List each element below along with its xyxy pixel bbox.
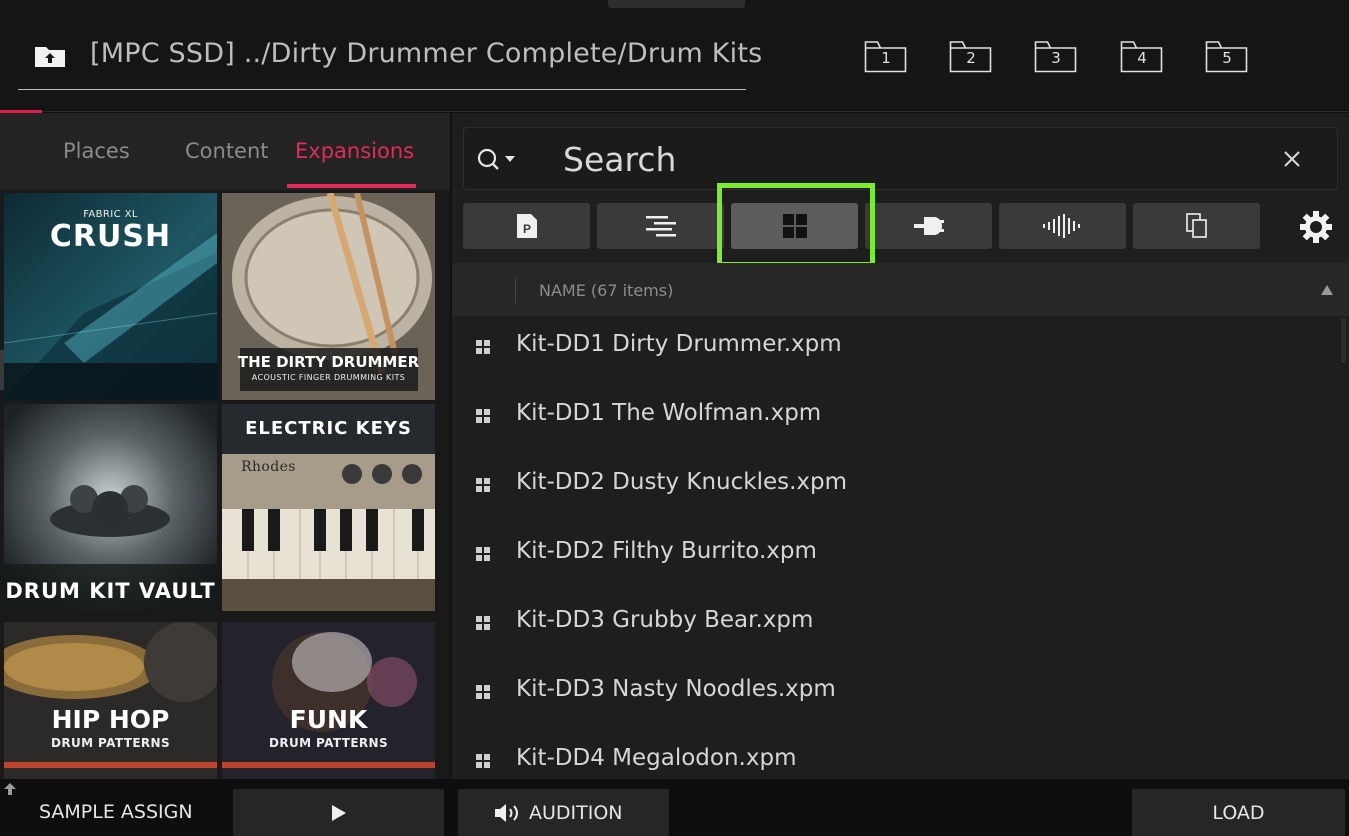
list-item-label: Kit-DD2 Filthy Burrito.xpm xyxy=(516,538,817,564)
browser-tabs: Places Content Expansions xyxy=(0,113,450,190)
expansion-tile-crush[interactable]: FABRIC XL CRUSH xyxy=(4,193,217,400)
tile-title: DRUM KIT VAULT xyxy=(5,579,216,603)
drum-kit-icon xyxy=(476,685,490,699)
plugin-icon xyxy=(913,217,944,235)
list-item-label: Kit-DD3 Grubby Bear.xpm xyxy=(516,607,814,633)
tile-title: THE DIRTY DRUMMER xyxy=(237,353,420,371)
load-label: LOAD xyxy=(1212,802,1265,824)
expansion-tile-funk[interactable]: FUNK DRUM PATTERNS xyxy=(222,622,435,779)
filter-sequence-button[interactable] xyxy=(597,203,724,249)
expansion-tile-hip-hop[interactable]: HIP HOP DRUM PATTERNS xyxy=(4,622,217,779)
drum-kit-icon xyxy=(476,409,490,423)
list-item-label: Kit-DD1 The Wolfman.xpm xyxy=(516,400,822,426)
list-scrollbar[interactable] xyxy=(1341,318,1346,363)
tile-title: HIP HOP xyxy=(51,705,170,734)
list-item-label: Kit-DD1 Dirty Drummer.xpm xyxy=(516,331,842,357)
drum-kit-icon xyxy=(476,340,490,354)
search-icon[interactable] xyxy=(476,147,524,171)
load-button[interactable]: LOAD xyxy=(1132,789,1345,836)
play-icon xyxy=(332,805,346,821)
left-scrollbar[interactable] xyxy=(0,350,4,390)
list-item[interactable]: Kit-DD1 The Wolfman.xpm xyxy=(452,385,1349,454)
filter-all-files-button[interactable] xyxy=(1133,203,1260,249)
list-item-label: Kit-DD4 Megalodon.xpm xyxy=(516,745,797,771)
list-item[interactable]: Kit-DD2 Filthy Burrito.xpm xyxy=(452,523,1349,592)
list-item[interactable]: Kit-DD3 Nasty Noodles.xpm xyxy=(452,661,1349,730)
close-icon[interactable] xyxy=(1282,149,1302,169)
column-separator xyxy=(515,277,516,303)
audition-label: AUDITION xyxy=(529,802,623,824)
sample-assign-button[interactable]: SAMPLE ASSIGN xyxy=(39,801,193,823)
right-panel: Search P NAME (67 items) Kit-DD1 Dirty D… xyxy=(452,113,1349,779)
active-tab-underline xyxy=(287,184,416,188)
tile-subtitle: DRUM PATTERNS xyxy=(50,736,171,750)
path-field[interactable]: [MPC SSD] ../Dirty Drummer Complete/Drum… xyxy=(18,30,762,90)
top-bar: [MPC SSD] ../Dirty Drummer Complete/Drum… xyxy=(0,0,1349,110)
hip-hop-cover-art xyxy=(4,622,217,779)
play-button[interactable] xyxy=(233,789,444,836)
tile-title: CRUSH xyxy=(49,219,172,254)
tile-title: ELECTRIC KEYS xyxy=(245,418,412,439)
list-item-label: Kit-DD3 Nasty Noodles.xpm xyxy=(516,676,836,702)
selection-highlight xyxy=(717,183,875,267)
expansion-tile-electric-keys[interactable]: ELECTRIC KEYS Rhodes xyxy=(222,404,435,611)
program-icon: P xyxy=(516,214,537,238)
list-item[interactable]: Kit-DD2 Dusty Knuckles.xpm xyxy=(452,454,1349,523)
name-column-header[interactable]: NAME (67 items) xyxy=(539,281,673,300)
drum-kit-icon xyxy=(476,616,490,630)
favorite-folder-2-button[interactable]: 2 xyxy=(949,40,993,73)
filter-plugin-button[interactable] xyxy=(865,203,992,249)
current-path: [MPC SSD] ../Dirty Drummer Complete/Drum… xyxy=(90,38,763,69)
top-handle[interactable] xyxy=(608,0,745,8)
list-header[interactable]: NAME (67 items) xyxy=(452,263,1349,316)
search-placeholder: Search xyxy=(563,140,677,179)
list-item[interactable]: Kit-DD4 Megalodon.xpm xyxy=(452,730,1349,779)
drum-kit-icon xyxy=(476,754,490,768)
favorite-folder-label: 5 xyxy=(1222,49,1232,67)
expansion-tile-dirty-drummer[interactable]: THE DIRTY DRUMMER ACOUSTIC FINGER DRUMMI… xyxy=(222,193,435,400)
tile-subtitle: ACOUSTIC FINGER DRUMMING KITS xyxy=(251,373,406,382)
tile-subtitle: DRUM PATTERNS xyxy=(268,736,389,750)
divider xyxy=(42,111,1349,112)
favorite-folder-label: 4 xyxy=(1137,49,1147,67)
tab-places[interactable]: Places xyxy=(63,139,130,163)
tile-brand: Rhodes xyxy=(241,459,296,475)
sort-ascending-icon[interactable] xyxy=(1321,285,1333,295)
filter-sample-button[interactable] xyxy=(999,203,1126,249)
list-item-label: Kit-DD2 Dusty Knuckles.xpm xyxy=(516,469,848,495)
favorite-folder-label: 3 xyxy=(1051,49,1061,67)
copy-icon xyxy=(1185,213,1207,238)
folder-up-icon[interactable] xyxy=(34,44,66,68)
sequence-icon xyxy=(645,216,676,237)
audition-button[interactable]: AUDITION xyxy=(458,789,669,836)
favorite-folder-4-button[interactable]: 4 xyxy=(1120,40,1164,73)
funk-cover-art xyxy=(222,622,435,779)
waveform-icon xyxy=(1042,214,1080,238)
list-item[interactable]: Kit-DD3 Grubby Bear.xpm xyxy=(452,592,1349,661)
tab-content[interactable]: Content xyxy=(185,139,269,163)
tile-title: FUNK xyxy=(289,705,368,734)
favorite-folder-5-button[interactable]: 5 xyxy=(1205,40,1249,73)
favorite-folder-label: 1 xyxy=(881,49,891,67)
speaker-icon xyxy=(495,804,518,822)
drum-kit-icon xyxy=(476,547,490,561)
favorite-folder-3-button[interactable]: 3 xyxy=(1034,40,1078,73)
list-item[interactable]: Kit-DD1 Dirty Drummer.xpm xyxy=(452,316,1349,385)
favorite-folder-1-button[interactable]: 1 xyxy=(864,40,908,73)
gear-icon[interactable] xyxy=(1299,210,1333,244)
filter-program-button[interactable]: P xyxy=(463,203,590,249)
arrow-up-icon[interactable] xyxy=(4,783,16,795)
expansion-tile-drum-kit-vault[interactable]: DRUM KIT VAULT xyxy=(4,404,217,611)
favorite-folder-label: 2 xyxy=(966,49,976,67)
drum-kit-icon xyxy=(476,478,490,492)
search-input[interactable]: Search xyxy=(463,127,1338,190)
left-panel: Places Content Expansions FABRIC XL CRUS… xyxy=(0,113,450,779)
tab-expansions[interactable]: Expansions xyxy=(295,139,414,163)
svg-text:P: P xyxy=(522,222,530,236)
bottom-bar: SAMPLE ASSIGN AUDITION LOAD xyxy=(0,779,1349,836)
